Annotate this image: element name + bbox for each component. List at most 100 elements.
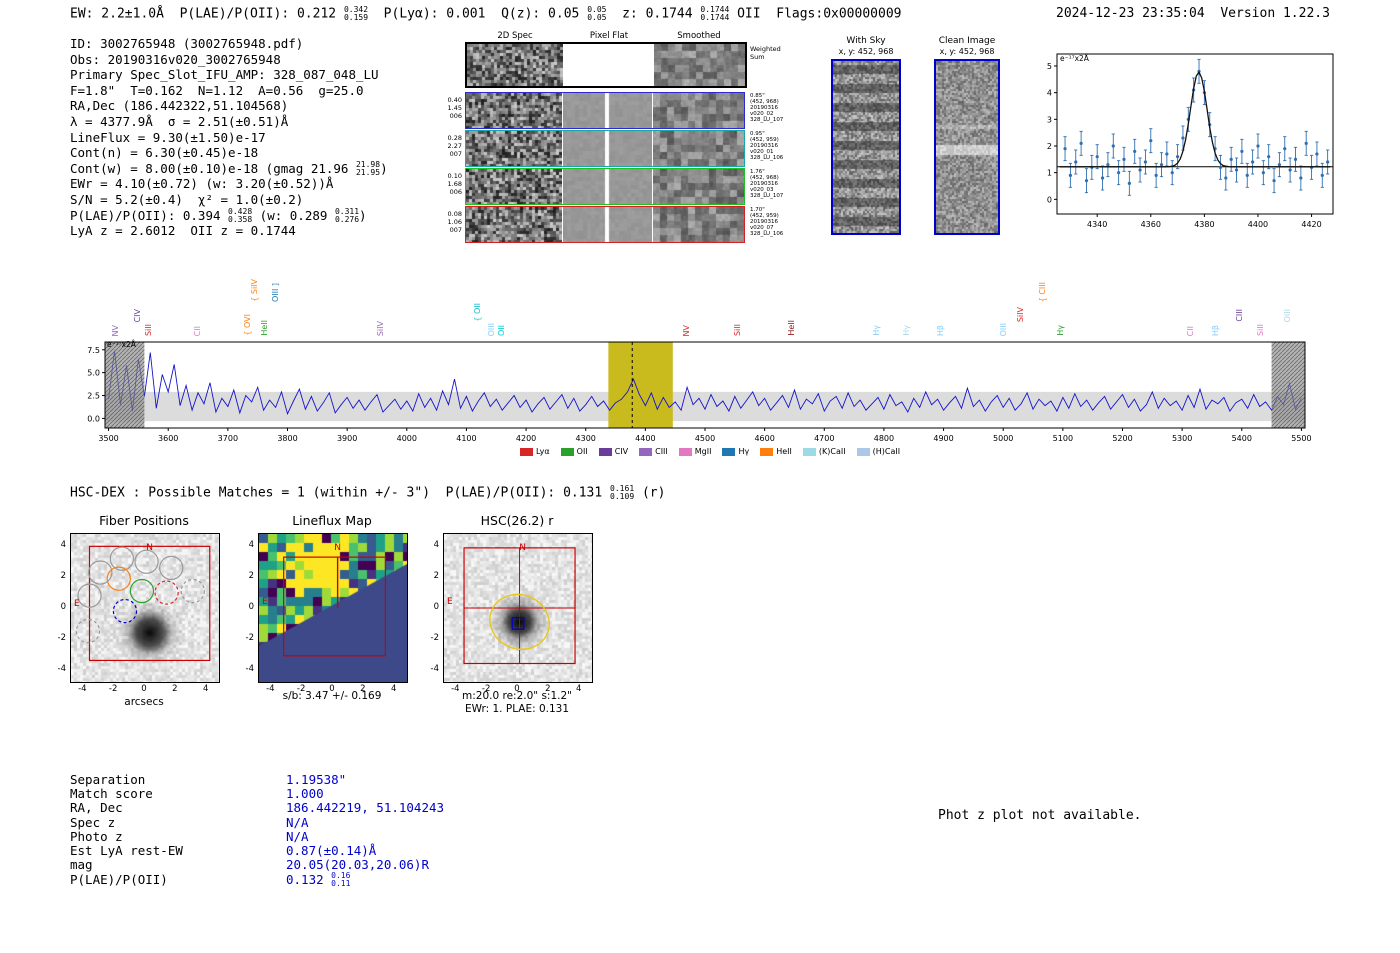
match-table-label: Separation	[70, 772, 146, 787]
sub-value: 0.276	[334, 215, 360, 225]
legend-swatch	[722, 447, 736, 456]
emission-line-label: SiIV	[1016, 306, 1026, 322]
match-table-label: Est LyA rest-EW	[70, 842, 183, 858]
svg-text:5: 5	[1047, 62, 1052, 71]
x-tick-label: 4	[575, 684, 582, 694]
y-tick-label: -2	[245, 632, 254, 643]
match-table-label: mag	[70, 857, 93, 873]
detection-info-block: ID: 3002765948 (3002765948.pdf) Obs: 2019…	[70, 36, 388, 239]
legend-swatch	[760, 447, 774, 456]
legend-swatch	[519, 447, 533, 456]
info-line-11: P(LAE)/P(OII): 0.394 0.428 0.358 (w: 0.28…	[70, 207, 367, 225]
row-pixelflat-image	[563, 169, 652, 204]
emission-line-label: CII	[1186, 325, 1196, 336]
y-tick-label: 0	[60, 602, 66, 612]
legend-item: OII	[560, 447, 588, 456]
legend-item: CIII	[639, 447, 668, 456]
svg-text:7.5: 7.5	[87, 346, 100, 355]
match-table-value: N/A	[286, 814, 309, 830]
fiber-weight-value: 006	[449, 188, 462, 196]
svg-text:3700: 3700	[218, 434, 238, 443]
y-tick-label: 4	[248, 540, 254, 551]
emission-line-label: HeII	[786, 320, 796, 336]
row-2dspec-image	[466, 93, 562, 128]
legend-swatch	[560, 447, 574, 456]
spectrum-svg: 0.0 2.5 5.0 7.5 3500 3600 3700 3800 3900 4000 4100…	[87, 340, 1311, 443]
row-pixelflat-image	[563, 131, 652, 166]
info-line-10: S/N = 5.2(±0.4) χ² = 1.0(±0.2)	[70, 191, 304, 207]
y-tick-label: -4	[57, 663, 66, 674]
legend-label: (K)CaII	[818, 447, 846, 456]
emission-line-label: SiII	[1255, 323, 1265, 336]
x-tick-label: 0	[141, 684, 147, 694]
svg-text:E: E	[74, 599, 80, 609]
match-table-row: Est LyA rest-EW 0.87(±0.14)Å	[70, 842, 444, 858]
hsc-caption-2: EWr: 1. PLAE: 0.131	[464, 703, 570, 715]
emission-line-label: OII	[497, 324, 507, 336]
spec2d-row	[465, 206, 745, 243]
svg-text:2: 2	[1047, 142, 1052, 151]
sub-value: 0.109	[610, 491, 635, 501]
weighted-sum-label: Weighted Sum	[750, 45, 781, 61]
fiber-weight-value: 007	[449, 226, 462, 234]
match-table-value: 1.19538"	[286, 772, 347, 787]
match-table-value: 20.05(20.03,20.06)R	[286, 857, 429, 873]
match-table-label: RA, Dec	[70, 800, 123, 816]
info-line-4: RA,Dec (186.442322,51.104568)	[70, 98, 289, 114]
y-tick-label: 0	[248, 602, 254, 612]
emission-line-labels: NV CIV SiII CII{ OVI{ SiIV HeII OIII ] SiIV{ O…	[78, 268, 1328, 336]
svg-text:3800: 3800	[277, 434, 297, 443]
svg-text:e⁻¹⁷x2Å: e⁻¹⁷x2Å	[107, 340, 137, 349]
info-line-12: LyA z = 2.6012 OII z = 0.1744	[70, 223, 296, 239]
svg-text:3900: 3900	[337, 434, 357, 443]
match-table-value: 1.000	[286, 786, 324, 802]
with-sky-coords: x, y: 452, 968	[838, 47, 894, 56]
row-2dspec-image	[466, 131, 562, 166]
x-tick-label: -4	[266, 684, 275, 694]
clean-image-title: Clean Image	[938, 36, 996, 46]
svg-text:5100: 5100	[1053, 434, 1073, 443]
svg-text:4400: 4400	[1248, 220, 1268, 229]
spec2d-row	[465, 92, 745, 129]
y-tick-label: 4	[60, 540, 66, 551]
y-tick-label: 0	[433, 602, 439, 612]
match-table-row: Photo z N/A	[70, 828, 444, 844]
svg-text:5000: 5000	[993, 434, 1013, 443]
legend-swatch	[802, 447, 816, 456]
legend-item: (K)CaII	[802, 447, 846, 456]
match-table-label: Photo z	[70, 828, 123, 844]
svg-text:4200: 4200	[516, 434, 536, 443]
legend-swatch	[678, 447, 692, 456]
weighted-pixelflat-blank	[564, 44, 653, 86]
emission-line-label: Hβ	[936, 324, 946, 336]
x-tick-label: 4	[202, 684, 209, 694]
svg-text:4: 4	[1047, 89, 1052, 98]
weighted-smoothed-image	[654, 44, 745, 86]
svg-text:4000: 4000	[397, 434, 417, 443]
emission-line-label: HeII	[260, 320, 270, 336]
emission-line-label: Hγ	[1055, 325, 1065, 336]
info-line-2: Primary Spec_Slot_IFU_AMP: 328_087_048_L…	[70, 67, 379, 83]
sup-sub-uncertainty: 0.342 0.159	[344, 6, 368, 22]
info-line-8: Cont(w) = 8.00(±0.10)e-18 (gmag 21.96 21…	[70, 160, 388, 178]
hsc-overlay-svg: NE	[447, 543, 576, 665]
emission-line-label: { OII	[473, 303, 483, 322]
clean-image	[936, 61, 998, 233]
match-table-value: 0.87(±0.14)Å	[286, 842, 377, 858]
full-spectrum-plot: 0.0 2.5 5.0 7.5 3500 3600 3700 3800 3900 4000 4100…	[78, 336, 1328, 458]
info-line-6: LineFlux = 9.30(±1.50)e-17	[70, 129, 266, 145]
row-smoothed-image	[653, 207, 744, 242]
svg-text:5300: 5300	[1172, 434, 1192, 443]
weighted-2dspec-image	[467, 44, 563, 86]
match-table-value: 0.132 0.16 0.11	[286, 871, 351, 889]
svg-text:4100: 4100	[456, 434, 476, 443]
fiber-weight-value: 2.27	[447, 142, 462, 150]
svg-text:1: 1	[1047, 169, 1052, 178]
weighted-sum-strip	[465, 42, 747, 88]
header-summary: EW: 2.2±1.0Å P(LAE)/P(OII): 0.212 0.342 0…	[70, 5, 902, 22]
emission-line-label: CIV	[132, 308, 142, 322]
hsc-cutout-plot: NE	[443, 533, 593, 683]
row-smoothed-image	[653, 169, 744, 204]
x-tick-label: -2	[481, 684, 491, 694]
legend-label: Lyα	[535, 447, 550, 456]
